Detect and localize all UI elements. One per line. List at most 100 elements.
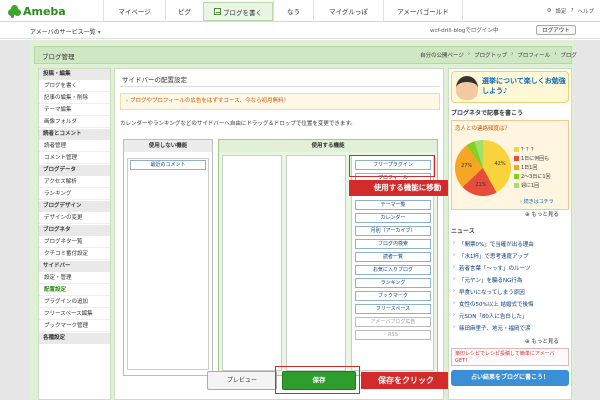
survey-question: 恋人との連絡頻度は？ — [455, 126, 510, 132]
sidebar-item-edit[interactable]: 記事の編集・削除 — [39, 92, 110, 104]
cartoon-face-icon — [456, 76, 478, 100]
used-column-2[interactable] — [286, 155, 346, 371]
news-item[interactable]: 若者言葉「〜っす」のルーツ — [451, 264, 569, 272]
sidebar-item-theme[interactable]: テーマ編集 — [39, 104, 110, 116]
legend-0: ？？？ — [514, 146, 536, 153]
widget-readers[interactable]: 読者一覧 — [355, 252, 431, 262]
widget-free-space[interactable]: フリースペース — [355, 304, 431, 314]
service-list-label: アメーバのサービス一覧 — [30, 29, 96, 36]
sidebar-item-readers[interactable]: 読者管理 — [39, 140, 110, 152]
legend-1: 1日に何回も — [514, 155, 549, 162]
used-column-1[interactable] — [222, 155, 282, 371]
sidebar-item-images[interactable]: 画像フォルダ — [39, 116, 110, 128]
fortune-ad-button[interactable]: 占い結果をブログに書こう！ — [451, 370, 569, 386]
neta-title: ブログネタで記事を書こう — [451, 110, 524, 117]
widget-theme-list[interactable]: テーマ一覧 — [355, 200, 431, 210]
top-right-links: ⚙ 設定 ? ヘルプ — [547, 0, 594, 22]
ad-free-notice[interactable]: › ブログやプロフィールの広告をはずすコース、今なら初月無料！ — [120, 93, 440, 110]
recipe-ad[interactable]: 楽印レシピでレシピ投稿して簡単にアメーバGET！ — [451, 348, 569, 366]
news-item[interactable]: 篠田麻里子、地元・福岡で涙 — [451, 324, 569, 332]
nav-mypage[interactable]: マイページ — [103, 0, 165, 22]
page-gutter-right — [574, 40, 600, 400]
sidebar-item-add-plugin[interactable]: プラグインの追加 — [39, 296, 110, 308]
sidebar-item-ranking[interactable]: ランキング — [39, 188, 110, 200]
news-item[interactable]: 「水1杯」で思考速度アップ — [451, 252, 569, 260]
settings-link[interactable]: 設定 — [556, 7, 567, 15]
news-item[interactable]: 「開票0%」で当確が出る理由 — [451, 240, 569, 248]
unused-dropzone[interactable] — [127, 158, 209, 370]
widget-bookmark[interactable]: ブックマーク — [355, 291, 431, 301]
widget-ranking[interactable]: ランキング — [355, 278, 431, 288]
link-public-page[interactable]: 自分の公開ページ — [420, 51, 464, 59]
help-link[interactable]: ヘルプ — [577, 7, 594, 15]
nav-ameba-gold[interactable]: アメーバゴールド — [383, 0, 463, 22]
page-title: ブログ管理 — [42, 53, 75, 61]
more-link-news[interactable]: ⊕ もっと見る — [525, 337, 559, 345]
notice-text: ブログやプロフィールの広告をはずすコース、今なら初月無料！ — [129, 98, 290, 104]
save-button[interactable]: 保存 — [282, 371, 356, 390]
nav-mygroup[interactable]: マイグルっぽ — [313, 0, 383, 22]
service-list-dropdown[interactable]: アメーバのサービス一覧 ▾ — [30, 27, 101, 36]
widget-search[interactable]: ブログ内検索 — [355, 239, 431, 249]
pie-label-0: 42% — [494, 160, 506, 167]
pen-icon — [214, 8, 221, 15]
pie-label-2: 27% — [461, 163, 473, 170]
sidebar-item-comments[interactable]: コメント管理 — [39, 152, 110, 164]
help-icon: ? — [570, 8, 574, 14]
logout-button[interactable]: ログアウト — [536, 25, 576, 35]
sidebar-item-access[interactable]: アクセス解析 — [39, 176, 110, 188]
sidebar-item-bookmark[interactable]: ブックマーク管理 — [39, 320, 110, 332]
news-item[interactable]: 元SDN「80人に告白した」 — [451, 312, 569, 320]
legend-2: 1日1回 — [514, 164, 537, 171]
main-description: カレンダーやランキングなどのサイドバーへ自由にドラッグ＆ドロップで位置を変更でき… — [120, 121, 356, 127]
news-item[interactable]: 「元ヤン」を騙るNG行為 — [451, 276, 569, 284]
header-links: 自分の公開ページ › ブログトップ › プロフィール › ブログ — [420, 51, 577, 59]
widget-favorites[interactable]: お気に入りブログ — [355, 265, 431, 275]
used-box-title: 使用する機能 — [219, 140, 437, 152]
news-item[interactable]: 女性の50%以上 結婚式で後悔 — [451, 300, 569, 308]
sidebar-item-freespace[interactable]: フリースペース編集 — [39, 308, 110, 320]
news-item[interactable]: 早食いになってしまう原因 — [451, 288, 569, 296]
clover-icon — [8, 4, 21, 18]
sidebar-item-kuchikomi[interactable]: クチコミ番付設定 — [39, 248, 110, 260]
legend-swatch-2 — [514, 165, 519, 170]
pie-label-1: 21% — [475, 181, 487, 188]
chevron-down-icon: ▾ — [97, 29, 101, 36]
title-divider — [120, 86, 440, 87]
sidebar-item-layout[interactable]: 配置設定 — [39, 284, 110, 296]
main-title: サイドバーの配置設定 — [122, 76, 187, 84]
preview-button[interactable]: プレビュー — [207, 371, 277, 390]
sidebar-item-settings[interactable]: 設定・管理 — [39, 272, 110, 284]
link-blog-top[interactable]: ブログトップ — [474, 51, 507, 59]
widget-archive[interactable]: 月別（アーカイブ） — [355, 226, 431, 236]
link-blog[interactable]: ブログ — [560, 51, 577, 59]
sidebar-item-neta-list[interactable]: ブログネタ一覧 — [39, 236, 110, 248]
nav-now[interactable]: なう — [273, 0, 313, 22]
sidebar-section-readers: 読者とコメント — [39, 129, 110, 140]
nav-pigg[interactable]: ピグ — [165, 0, 203, 22]
settings-icon: ⚙ — [546, 8, 552, 14]
widget-recent-comments[interactable]: 最近のコメント — [130, 160, 206, 170]
widget-rss: RSS — [355, 330, 431, 340]
sidebar-section-design: ブログデザイン — [39, 201, 110, 212]
page-gutter-left — [0, 40, 30, 400]
sidebar-section-neta: ブログネタ — [39, 225, 110, 236]
sidebar-item-write[interactable]: ブログを書く — [39, 80, 110, 92]
login-status: wcf-drill-blogでログイン中 — [430, 28, 499, 34]
widget-ameba-ad: アメーバブログ広告 — [355, 317, 431, 327]
news-title: ニュース — [451, 228, 475, 235]
more-link-neta[interactable]: ⊕ もっと見る — [525, 210, 559, 218]
nav-write-blog[interactable]: ブログを書く — [203, 2, 273, 21]
sidebar-section-settings: 各種設定 — [39, 333, 110, 344]
legend-swatch-1 — [514, 156, 519, 161]
survey-more-link[interactable]: › 続きはコチラ — [520, 198, 554, 205]
sidebar-item-design[interactable]: デザインの変更 — [39, 212, 110, 224]
sidebar-section-data: ブログデータ — [39, 165, 110, 176]
banner-text: 選挙について楽しくお勉強しよう♪ — [482, 77, 566, 95]
widget-calendar[interactable]: カレンダー — [355, 213, 431, 223]
legend-swatch-0 — [514, 147, 519, 152]
link-profile[interactable]: プロフィール — [517, 51, 550, 59]
callout-save: 保存をクリック — [361, 372, 451, 389]
legend-3: 2～3日に1回 — [514, 173, 551, 180]
ameba-logo[interactable]: Ameba — [8, 3, 66, 19]
